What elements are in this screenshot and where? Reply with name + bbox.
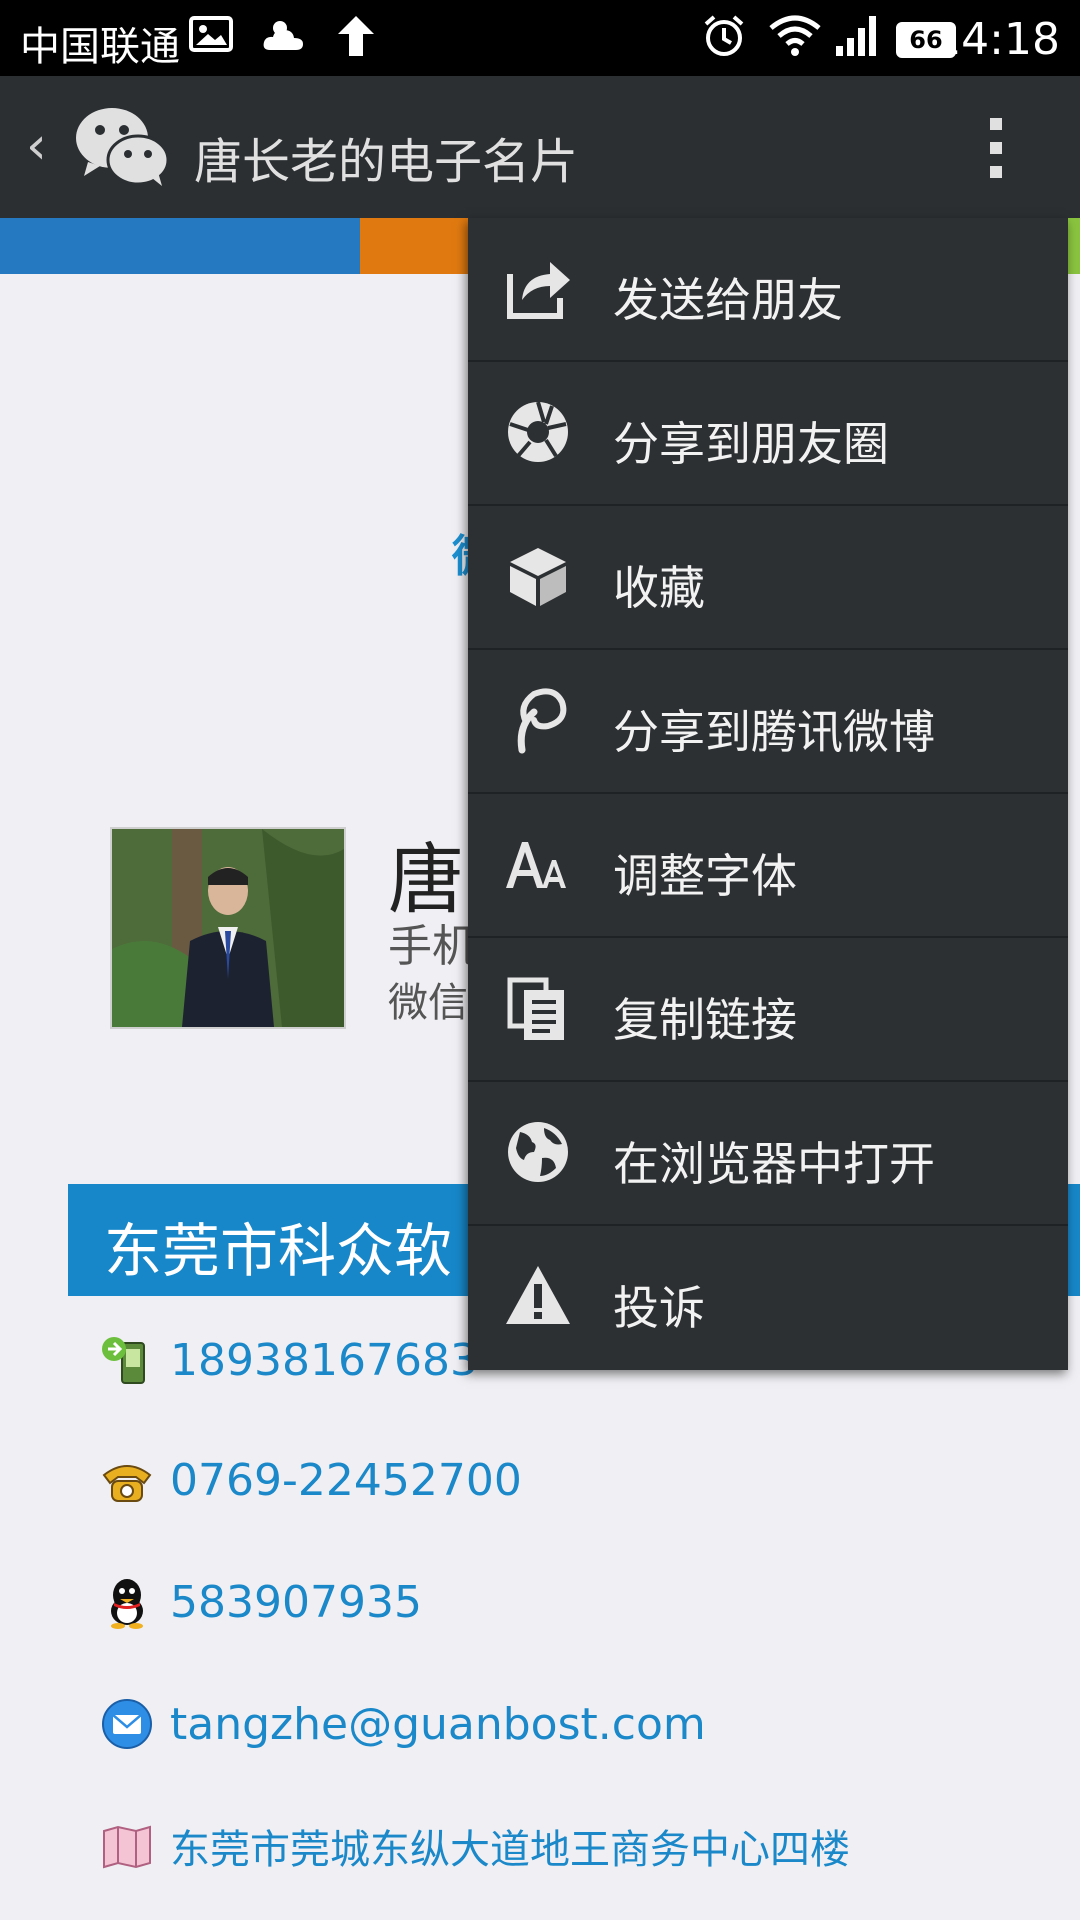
gallery-notification-icon xyxy=(189,16,233,52)
more-options-button[interactable] xyxy=(976,112,1016,184)
menu-item-label: 投诉 xyxy=(613,1281,705,1335)
menu-item-share-weibo[interactable]: 分享到腾讯微博 xyxy=(468,650,1068,794)
menu-item-label: 分享到朋友圈 xyxy=(613,417,889,471)
contact-telephone-row[interactable]: 0769-22452700 xyxy=(100,1450,522,1510)
menu-item-font-size[interactable]: 调整字体 xyxy=(468,794,1068,938)
qq-penguin-icon xyxy=(111,1579,143,1629)
menu-item-label: 发送给朋友 xyxy=(613,273,843,327)
header-strip-orange xyxy=(360,218,470,274)
email-icon xyxy=(102,1699,152,1749)
contact-mobile-row[interactable]: 18938167683 xyxy=(100,1330,478,1390)
weather-cloud-icon xyxy=(263,21,303,50)
contact-email-row[interactable]: tangzhe@guanbost.com xyxy=(100,1694,706,1754)
copy-link-icon xyxy=(507,977,564,1040)
status-clock: 14:18 xyxy=(933,14,1060,65)
dot xyxy=(990,166,1002,178)
wifi-icon xyxy=(769,15,821,56)
menu-item-favorite[interactable]: 收藏 xyxy=(468,506,1068,650)
back-button[interactable]: ‹ xyxy=(26,116,47,176)
page-title: 唐长老的电子名片 xyxy=(194,134,579,190)
title-bar: ‹ 唐长老的电子名片 xyxy=(0,76,1080,218)
menu-item-label: 在浏览器中打开 xyxy=(613,1137,935,1191)
status-bar: 中国联通 66 14:18 xyxy=(0,0,1080,76)
carrier-name: 中国联通 xyxy=(20,24,180,70)
mobile-number-link[interactable]: 18938167683 xyxy=(170,1335,478,1386)
wechat-label: 微信 xyxy=(388,980,468,1026)
header-strip-green xyxy=(1068,218,1080,274)
menu-item-report[interactable]: 投诉 xyxy=(468,1226,1068,1368)
overflow-menu: 发送给朋友 分享到朋友圈 收藏 分享到腾讯微博 调整字体 复制链接 在浏览器中打… xyxy=(468,218,1068,1370)
menu-item-label: 分享到腾讯微博 xyxy=(613,705,935,759)
header-strip-blue xyxy=(0,218,360,274)
moments-shutter-icon xyxy=(508,401,568,462)
font-size-icon xyxy=(506,842,566,888)
dot xyxy=(990,118,1002,130)
menu-item-copy-link[interactable]: 复制链接 xyxy=(468,938,1068,1082)
tencent-weibo-icon xyxy=(517,688,567,754)
warning-icon xyxy=(506,1266,570,1324)
dot xyxy=(990,142,1002,154)
profile-photo-image xyxy=(112,829,344,1027)
menu-item-share-moments[interactable]: 分享到朋友圈 xyxy=(468,362,1068,506)
upload-arrow-icon xyxy=(338,16,374,56)
wechat-logo-icon xyxy=(76,108,170,186)
share-arrow-icon xyxy=(507,262,570,319)
menu-item-open-browser[interactable]: 在浏览器中打开 xyxy=(468,1082,1068,1226)
address-link[interactable]: 东莞市莞城东纵大道地王商务中心四楼 xyxy=(170,1817,850,1875)
alarm-clock-icon xyxy=(704,15,744,56)
menu-item-label: 复制链接 xyxy=(613,993,797,1047)
contact-address-row[interactable]: 东莞市莞城东纵大道地王商务中心四楼 xyxy=(100,1816,850,1876)
company-name: 东莞市科众软 xyxy=(104,1217,453,1285)
globe-icon xyxy=(508,1122,568,1182)
telephone-number-link[interactable]: 0769-22452700 xyxy=(170,1455,522,1506)
telephone-icon xyxy=(102,1465,152,1502)
menu-item-send-to-friend[interactable]: 发送给朋友 xyxy=(468,218,1068,362)
map-icon xyxy=(103,1825,151,1869)
menu-item-label: 调整字体 xyxy=(613,849,797,903)
phone-label: 手机 xyxy=(388,921,476,972)
favorite-box-icon xyxy=(510,548,566,606)
email-link[interactable]: tangzhe@guanbost.com xyxy=(170,1699,706,1750)
signal-strength-icon xyxy=(836,16,876,56)
profile-photo xyxy=(110,827,346,1029)
mobile-phone-icon xyxy=(102,1337,145,1384)
qq-number-link[interactable]: 583907935 xyxy=(170,1577,422,1628)
menu-item-label: 收藏 xyxy=(613,561,705,615)
contact-qq-row[interactable]: 583907935 xyxy=(100,1572,422,1632)
